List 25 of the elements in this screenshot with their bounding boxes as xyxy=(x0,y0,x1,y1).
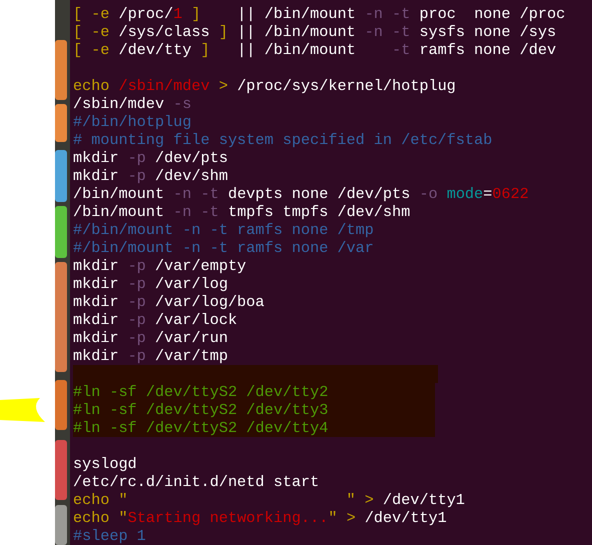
code-line: #/bin/mount -n -t ramfs none /var xyxy=(73,239,375,257)
code-line: [ -e /dev/tty ] || /bin/mount -t ramfs none /dev xyxy=(73,41,558,59)
code-line: /bin/mount -n -t tmpfs tmpfs /dev/shm xyxy=(73,203,412,221)
code-line: mkdir -p /dev/pts xyxy=(73,149,229,167)
code-line: echo /sbin/mdev > /proc/sys/kernel/hotplug xyxy=(73,77,457,95)
code-line: mkdir -p /var/empty xyxy=(73,257,248,275)
code-line: [ -e /proc/1 ] || /bin/mount -n -t proc none /proc xyxy=(73,5,566,23)
code-line: mkdir -p /var/log xyxy=(73,275,229,293)
code-line: #/bin/mount -n -t ramfs none /tmp xyxy=(73,221,375,239)
code-line: [ -e /sys/class ] || /bin/mount -n -t sysfs none /sys xyxy=(73,23,558,41)
code-line: syslogd xyxy=(73,455,138,473)
code-line: # mounting file system specified in /etc/fstab xyxy=(73,131,494,149)
code-line: mkdir -p /var/lock xyxy=(73,311,238,329)
annotation-scribble xyxy=(0,398,45,422)
code-line: echo "Starting networking..." > /dev/tty1 xyxy=(73,509,448,527)
code-line: mkdir -p /var/log/boa xyxy=(73,293,266,311)
code-line: mkdir -p /dev/shm xyxy=(73,167,229,185)
code-line: mkdir -p /var/tmp xyxy=(73,347,229,365)
code-line: mkdir -p /var/run xyxy=(73,329,229,347)
code-line: /etc/rc.d/init.d/netd start xyxy=(73,473,320,491)
code-line: /sbin/mdev -s xyxy=(73,95,192,113)
code-line: echo " " > /dev/tty1 xyxy=(73,491,466,509)
code-line: #/bin/hotplug xyxy=(73,113,192,131)
code-line: #sleep 1 xyxy=(73,527,147,545)
code-line: /bin/mount -n -t devpts none /dev/pts -o mode=0622 xyxy=(73,185,530,203)
